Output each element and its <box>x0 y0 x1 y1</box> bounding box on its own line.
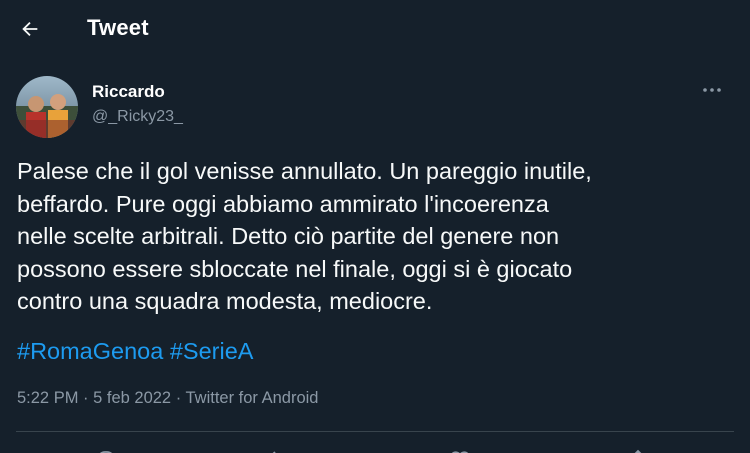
tweet-hashtags: #RomaGenoa #SerieA <box>17 335 253 368</box>
top-bar: Tweet <box>0 0 750 58</box>
tweet-time[interactable]: 5:22 PM <box>17 389 78 407</box>
page-title: Tweet <box>87 15 149 40</box>
divider <box>16 431 734 432</box>
like-button[interactable] <box>448 448 472 453</box>
separator: · <box>171 389 186 407</box>
avatar[interactable] <box>16 76 78 138</box>
author-display-name[interactable]: Riccardo <box>92 82 165 102</box>
retweet-icon <box>272 451 276 453</box>
tweet-metadata: 5:22 PM · 5 feb 2022 · Twitter for Andro… <box>17 389 318 408</box>
tweet-date[interactable]: 5 feb 2022 <box>93 389 171 407</box>
arrow-left-icon <box>22 21 38 37</box>
tweet-detail-page: Tweet Riccardo @_Ricky23_ Palese che il … <box>0 0 750 453</box>
back-button[interactable] <box>12 13 48 45</box>
more-horizontal-icon <box>703 88 721 92</box>
more-options-button[interactable] <box>698 80 726 100</box>
share-button[interactable] <box>626 448 650 453</box>
share-icon <box>634 449 642 453</box>
like-icon <box>451 451 469 453</box>
hashtag-link[interactable]: #SerieA <box>170 338 254 364</box>
hashtag-link[interactable]: #RomaGenoa <box>17 338 163 364</box>
reply-button[interactable] <box>94 448 118 453</box>
retweet-button[interactable] <box>270 448 294 453</box>
tweet-text: Palese che il gol venisse annullato. Un … <box>17 158 592 314</box>
reply-icon <box>99 451 113 453</box>
action-bar <box>0 440 750 453</box>
avatar-photo <box>16 76 78 138</box>
tweet-source[interactable]: Twitter for Android <box>186 389 319 407</box>
separator: · <box>78 389 94 407</box>
author-handle[interactable]: @_Ricky23_ <box>92 108 183 126</box>
